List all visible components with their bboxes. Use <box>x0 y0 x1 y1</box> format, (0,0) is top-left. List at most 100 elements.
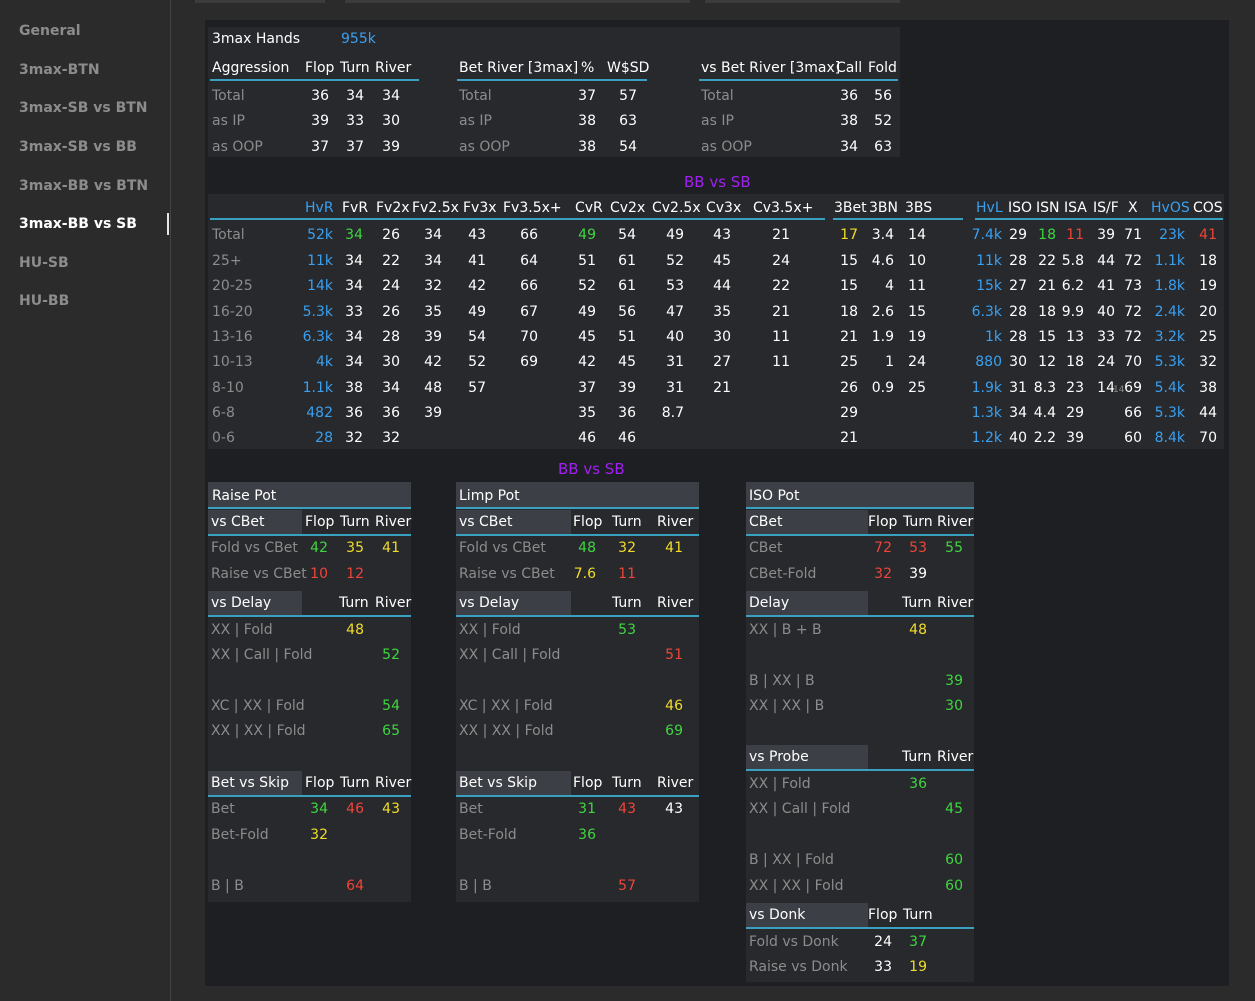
mid-cell: 18 <box>1199 253 1217 269</box>
mid-cell: 28 <box>315 430 333 446</box>
aggression-header: Aggression <box>212 60 290 76</box>
sidebar-item-3max-sb-vs-btn[interactable]: 3max-SB vs BTN <box>19 100 148 116</box>
raise-bet-skip-cell: 32 <box>310 827 328 843</box>
limp-vs-cbet-cell: 48 <box>578 540 596 556</box>
mid-cell: 30 <box>382 354 400 370</box>
sidebar-item-3max-btn[interactable]: 3max-BTN <box>19 62 100 78</box>
iso-cbet-cell: 55 <box>945 540 963 556</box>
raise-vs-cbet-underline <box>208 534 411 536</box>
raise-vs-cbet-row-label: Raise vs CBet <box>211 566 307 582</box>
vs-bet-river-row-label: as IP <box>701 113 734 129</box>
mid-cell: 49 <box>468 304 486 320</box>
mid-cell: 25 <box>1199 329 1217 345</box>
mid-cell: 28 <box>382 329 400 345</box>
limp-vs-delay-cell: 46 <box>665 698 683 714</box>
mid-cell: 19 <box>908 329 926 345</box>
raise-pot-title: Raise Pot <box>212 488 277 504</box>
mid-cell: 72 <box>1124 329 1142 345</box>
mid-cell: 35 <box>713 304 731 320</box>
mid-header-cvr: CvR <box>575 200 603 216</box>
mid-cell: 31 <box>666 354 684 370</box>
mid-cell: 40 <box>1097 304 1115 320</box>
mid-cell: 24 <box>382 278 400 294</box>
mid-cell: 17 <box>840 227 858 243</box>
iso-vs-donk-cell: 19 <box>909 959 927 975</box>
mid-cell: 26 <box>382 227 400 243</box>
mid-cell: 18 <box>1038 227 1056 243</box>
mid-header-fvr: FvR <box>342 200 369 216</box>
mid-cell: 5.8 <box>1061 253 1084 269</box>
limp-vs-delay-cell: 51 <box>665 647 683 663</box>
mid-cell: 21 <box>840 430 858 446</box>
limp-vs-delay-row-label: XX | Call | Fold <box>459 647 561 663</box>
mid-cell: 3.4 <box>871 227 894 243</box>
mid-cell: 46 <box>578 430 596 446</box>
mid-cell: 64 <box>520 253 538 269</box>
limp-vs-delay-cell: 69 <box>665 723 683 739</box>
mid-cell: 72 <box>1124 304 1142 320</box>
limp-pot-title-underline <box>456 507 699 509</box>
mid-cell: 34 <box>424 227 442 243</box>
iso-delay-header: River <box>937 595 974 611</box>
sidebar-item-hu-sb[interactable]: HU-SB <box>19 255 69 271</box>
mid-cell: 61 <box>618 278 636 294</box>
aggression-value: 33 <box>346 113 364 129</box>
mid-cell: 33 <box>1097 329 1115 345</box>
sidebar-item-3max-bb-vs-sb[interactable]: 3max-BB vs SB <box>19 216 137 232</box>
iso-pot-title: ISO Pot <box>749 488 800 504</box>
mid-cell: 70 <box>520 329 538 345</box>
bet-river-header: % <box>581 60 595 76</box>
mid-cell: 66 <box>520 278 538 294</box>
mid-cell: 15 <box>840 278 858 294</box>
mid-cell: 38 <box>1199 380 1217 396</box>
mid-cell: 27 <box>1009 278 1027 294</box>
bet-river-value: 57 <box>619 88 637 104</box>
mid-section-title: BB vs SB <box>684 173 751 191</box>
mid-header-isf: IS/F <box>1093 200 1119 216</box>
mid-cell: 1 <box>885 354 894 370</box>
mid-cell: 70 <box>1199 430 1217 446</box>
mid-cell: 7.4k <box>971 227 1002 243</box>
limp-bet-skip-cell: 57 <box>618 878 636 894</box>
iso-vs-donk-header: Flop <box>868 907 898 923</box>
mid-row-label: 13-16 <box>212 329 253 345</box>
limp-vs-cbet-cell: 11 <box>618 566 636 582</box>
mid-row-label: 10-13 <box>212 354 253 370</box>
sidebar-item-3max-bb-vs-btn[interactable]: 3max-BB vs BTN <box>19 178 148 194</box>
iso-cbet-cell: 39 <box>909 566 927 582</box>
raise-vs-delay-row-label: XC | XX | Fold <box>211 698 305 714</box>
mid-cell: 5.4k <box>1154 380 1185 396</box>
mid-header-iso: ISO <box>1008 200 1033 216</box>
sidebar-item-general[interactable]: General <box>19 23 81 39</box>
iso-cbet-header: Flop <box>868 514 898 530</box>
mid-cell: 32 <box>382 430 400 446</box>
mid-cell: 21 <box>772 304 790 320</box>
mid-cell: 25 <box>840 354 858 370</box>
mid-underline <box>575 218 825 220</box>
small-note: 14 <box>1113 385 1125 395</box>
mid-cell: 23 <box>1066 380 1084 396</box>
mid-cell: 34 <box>382 380 400 396</box>
sidebar-item-3max-sb-vs-bb[interactable]: 3max-SB vs BB <box>19 139 137 155</box>
mid-cell: 482 <box>306 405 333 421</box>
mid-cell: 11 <box>772 329 790 345</box>
iso-delay-row-label: XX | B + B <box>749 622 822 638</box>
limp-vs-delay-underline <box>456 615 699 617</box>
mid-cell: 5.3k <box>302 304 333 320</box>
bet-river-row-label: as OOP <box>459 139 510 155</box>
mid-cell: 11 <box>908 278 926 294</box>
limp-vs-delay-row-label: XC | XX | Fold <box>459 698 553 714</box>
mid-cell: 21 <box>840 329 858 345</box>
mid-header-cv3x: Cv3x <box>706 200 742 216</box>
mid-row-label: 8-10 <box>212 380 244 396</box>
raise-vs-delay-header: River <box>375 595 412 611</box>
limp-vs-cbet-cell: 32 <box>618 540 636 556</box>
limp-vs-delay-header: River <box>657 595 694 611</box>
mid-cell: 61 <box>618 253 636 269</box>
vs-bet-river-value: 34 <box>840 139 858 155</box>
mid-cell: 39 <box>618 380 636 396</box>
sidebar-item-hu-bb[interactable]: HU-BB <box>19 293 69 309</box>
mid-cell: 35 <box>424 304 442 320</box>
limp-vs-cbet-row-label: Raise vs CBet <box>459 566 555 582</box>
mid-cell: 39 <box>424 405 442 421</box>
